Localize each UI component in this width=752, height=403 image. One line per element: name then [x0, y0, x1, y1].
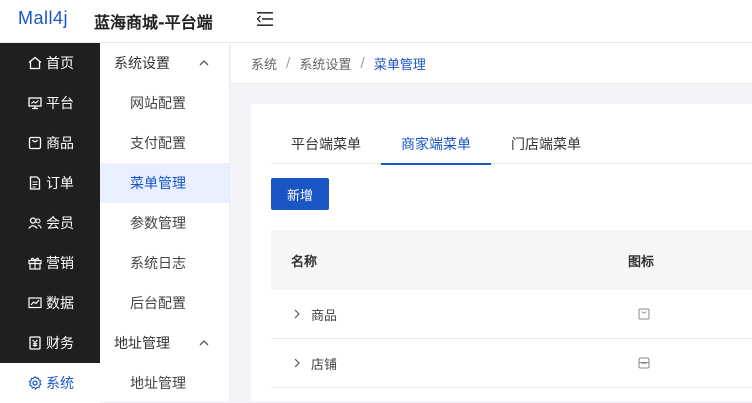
- breadcrumb-separator: /: [286, 55, 291, 71]
- chevron-up-icon: [199, 340, 209, 346]
- submenu-item-site-config[interactable]: 网站配置: [100, 83, 229, 123]
- nav-label: 首页: [46, 56, 74, 72]
- nav-item-members[interactable]: 会员: [0, 203, 100, 243]
- nav-item-data[interactable]: 数据: [0, 283, 100, 323]
- nav-item-finance[interactable]: 财务: [0, 323, 100, 363]
- submenu-item-parameter-management[interactable]: 参数管理: [100, 203, 229, 243]
- logo: Mall4j: [18, 8, 69, 28]
- breadcrumb-separator: /: [360, 55, 365, 71]
- submenu-item-system-log[interactable]: 系统日志: [100, 243, 229, 283]
- primary-sidebar: 首页 平台 商品 订单 会员 营销 数据 财务 系统: [0, 43, 100, 403]
- nav-label: 订单: [46, 176, 74, 192]
- nav-label: 商品: [46, 136, 74, 152]
- breadcrumb-item[interactable]: 系统设置: [299, 54, 351, 73]
- tab-store-menu[interactable]: 门店端菜单: [491, 124, 601, 164]
- nav-label: 营销: [46, 256, 74, 272]
- menu-table: 名称 图标 商品 店铺: [271, 230, 752, 388]
- table-row[interactable]: 店铺: [271, 339, 752, 388]
- tab-merchant-menu[interactable]: 商家端菜单: [381, 124, 491, 165]
- table-header: 名称 图标: [271, 230, 752, 290]
- secondary-sidebar: 系统设置 网站配置 支付配置 菜单管理 参数管理 系统日志 后台配置 地址管理 …: [100, 43, 230, 401]
- nav-label: 数据: [46, 296, 74, 312]
- submenu-item-admin-config[interactable]: 后台配置: [100, 283, 229, 323]
- nav-item-orders[interactable]: 订单: [0, 163, 100, 203]
- breadcrumb-current: 菜单管理: [373, 57, 426, 73]
- submenu-group-address[interactable]: 地址管理: [100, 323, 229, 363]
- order-icon: [27, 175, 43, 191]
- gift-icon: [27, 255, 43, 271]
- submenu-item-payment-config[interactable]: 支付配置: [100, 123, 229, 163]
- nav-item-goods[interactable]: 商品: [0, 123, 100, 163]
- nav-item-platform[interactable]: 平台: [0, 83, 100, 123]
- collapse-menu-button[interactable]: [255, 9, 275, 29]
- nav-label: 财务: [46, 336, 74, 352]
- expand-caret-icon[interactable]: [291, 308, 303, 320]
- nav-item-home[interactable]: 首页: [0, 43, 100, 83]
- row-name: 商品: [311, 308, 338, 324]
- member-icon: [27, 215, 43, 231]
- nav-item-system[interactable]: 系统: [0, 363, 100, 403]
- menu-fold-icon: [257, 12, 273, 26]
- breadcrumb-item[interactable]: 系统: [251, 54, 277, 73]
- monitor-icon: [27, 95, 43, 111]
- expand-caret-icon[interactable]: [291, 357, 303, 369]
- breadcrumb: 系统 / 系统设置 / 菜单管理: [231, 43, 752, 84]
- home-icon: [27, 55, 43, 71]
- app-title: 蓝海商城-平台端: [94, 13, 213, 32]
- bag-icon: [638, 308, 650, 320]
- submenu-group-label: 地址管理: [114, 336, 170, 352]
- nav-label: 平台: [46, 96, 74, 112]
- chevron-up-icon: [199, 60, 209, 66]
- content-card: 平台端菜单 商家端菜单 门店端菜单 新增 名称 图标 商品 店铺: [251, 104, 752, 401]
- menu-tabs: 平台端菜单 商家端菜单 门店端菜单: [271, 124, 752, 165]
- chart-icon: [27, 295, 43, 311]
- nav-item-marketing[interactable]: 营销: [0, 243, 100, 283]
- finance-icon: [27, 335, 43, 351]
- store-icon: [638, 357, 650, 369]
- tab-platform-menu[interactable]: 平台端菜单: [271, 124, 381, 164]
- submenu-group-system-settings[interactable]: 系统设置: [100, 43, 229, 83]
- submenu-group-label: 系统设置: [114, 56, 170, 72]
- goods-icon: [27, 135, 43, 151]
- table-row[interactable]: 商品: [271, 290, 752, 339]
- nav-label: 系统: [46, 376, 74, 392]
- submenu-item-menu-management[interactable]: 菜单管理: [100, 163, 229, 203]
- submenu-item-address-management[interactable]: 地址管理: [100, 363, 229, 403]
- gear-icon: [27, 375, 43, 391]
- add-button[interactable]: 新增: [271, 178, 329, 210]
- column-header-icon: 图标: [628, 254, 655, 270]
- nav-label: 会员: [46, 216, 74, 232]
- column-header-name: 名称: [291, 254, 318, 270]
- top-header: Mall4j 蓝海商城-平台端: [0, 0, 752, 43]
- row-name: 店铺: [311, 357, 338, 373]
